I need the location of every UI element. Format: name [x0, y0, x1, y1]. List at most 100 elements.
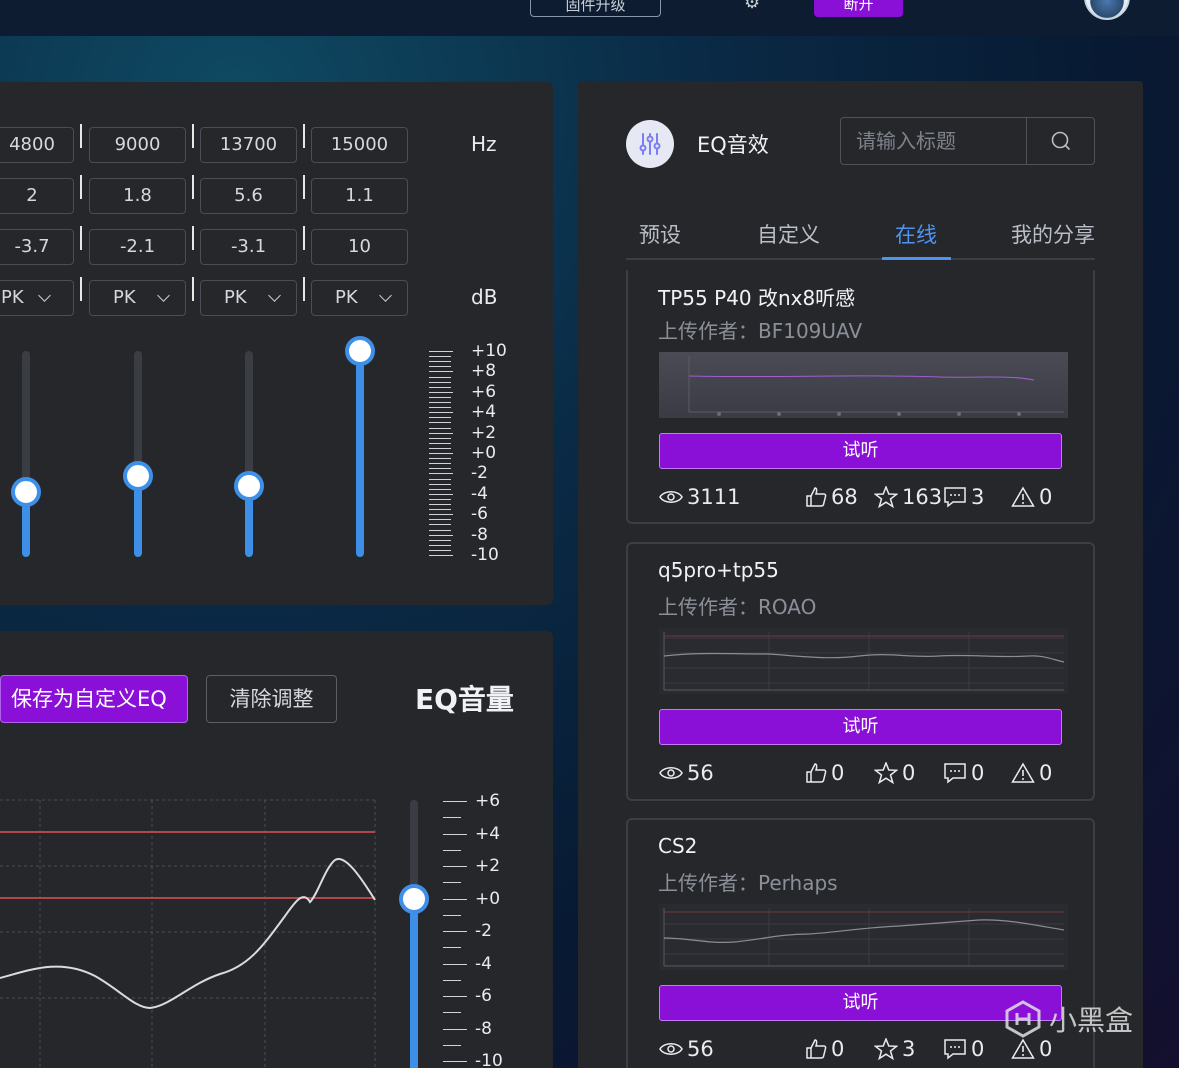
save-custom-eq-button[interactable]: 保存为自定义EQ — [0, 675, 188, 723]
filter-type-select-1[interactable]: PK — [0, 280, 74, 316]
eq-curve-thumbnail — [659, 904, 1068, 970]
watermark: 小黑盒 — [1003, 999, 1133, 1039]
scale-label: -10 — [471, 545, 499, 565]
scale-tick — [429, 549, 451, 551]
comment-icon — [944, 1039, 966, 1060]
scale-tick — [429, 504, 451, 505]
scale-label: +6 — [471, 381, 497, 402]
scale-tick — [429, 544, 451, 546]
comments-count[interactable]: 3 — [943, 485, 984, 509]
scale-tick — [429, 524, 451, 526]
search-icon[interactable] — [1050, 130, 1072, 152]
eq-curve-thumbnail — [659, 352, 1068, 418]
firmware-upgrade-button[interactable]: 固件升级 — [530, 0, 661, 17]
scale-label: -2 — [475, 921, 492, 941]
comment-icon — [944, 487, 966, 508]
response-curve — [0, 858, 376, 1010]
reports-count[interactable]: 0 — [1011, 485, 1052, 509]
search-input[interactable] — [841, 118, 1025, 164]
scale-tick — [443, 963, 467, 965]
separator — [303, 226, 305, 250]
filter-type-select-4[interactable]: PK — [311, 280, 408, 316]
scale-label: +6 — [475, 791, 501, 811]
disconnect-button[interactable]: 断开 — [814, 0, 903, 17]
q-field-1[interactable]: 2 — [0, 178, 74, 214]
card-title: CS2 — [658, 834, 698, 858]
freq-field-1[interactable]: 4800 — [0, 127, 74, 163]
scale-tick — [443, 849, 461, 851]
volume-slider-fill — [410, 898, 418, 1068]
scale-tick — [429, 402, 451, 403]
q-field-4[interactable]: 1.1 — [311, 178, 408, 214]
comments-count[interactable]: 0 — [943, 761, 984, 785]
reports-count[interactable]: 0 — [1011, 1037, 1052, 1061]
eq-effects-title: EQ音效 — [697, 133, 769, 157]
reports-count[interactable]: 0 — [1011, 761, 1052, 785]
tab-presets[interactable]: 预设 — [639, 219, 681, 249]
freq-field-3[interactable]: 13700 — [200, 127, 297, 163]
separator — [192, 124, 194, 148]
scale-tick — [443, 898, 467, 900]
scale-tick — [443, 1061, 467, 1062]
separator — [192, 226, 194, 250]
q-field-3[interactable]: 5.6 — [200, 178, 297, 214]
tab-custom[interactable]: 自定义 — [757, 219, 820, 249]
gain-field-1[interactable]: -3.7 — [0, 229, 74, 265]
tab-online[interactable]: 在线 — [895, 219, 937, 249]
scale-label: +2 — [471, 422, 497, 443]
band-slider-handle[interactable] — [234, 470, 264, 501]
gain-field-4[interactable]: 10 — [311, 229, 408, 265]
scale-tick — [429, 376, 451, 378]
scale-tick — [429, 519, 451, 521]
eye-icon — [659, 767, 683, 779]
scale-label: -10 — [475, 1051, 503, 1068]
freq-field-2[interactable]: 9000 — [89, 127, 186, 163]
eq-volume-title: EQ音量 — [415, 683, 514, 716]
scale-label: -8 — [475, 1018, 492, 1039]
band-slider-handle[interactable] — [345, 336, 375, 366]
db-unit-label: dB — [471, 285, 498, 309]
listen-button[interactable]: 试听 — [659, 709, 1062, 745]
filter-type-select-3[interactable]: PK — [200, 280, 297, 316]
likes-count[interactable]: 68 — [805, 485, 858, 509]
comments-count[interactable]: 0 — [943, 1037, 984, 1061]
warning-icon — [1011, 486, 1035, 507]
scale-tick — [429, 351, 453, 352]
chevron-down-icon — [379, 289, 392, 302]
listen-button[interactable]: 试听 — [659, 985, 1062, 1021]
likes-count[interactable]: 0 — [805, 1037, 844, 1061]
scale-tick — [429, 417, 451, 419]
scale-tick — [429, 539, 451, 541]
heybox-logo-icon — [1005, 1000, 1041, 1038]
filter-type-select-2[interactable]: PK — [89, 280, 186, 316]
filter-type-value: PK — [113, 287, 136, 308]
thumbs-up-icon — [806, 763, 827, 783]
volume-slider-handle[interactable] — [399, 884, 429, 914]
likes-count[interactable]: 0 — [805, 761, 844, 785]
freq-field-4[interactable]: 15000 — [311, 127, 408, 163]
scale-label: +2 — [475, 856, 501, 876]
scale-tick — [429, 432, 453, 434]
tab-my-shares[interactable]: 我的分享 — [1011, 219, 1095, 249]
separator — [303, 175, 305, 199]
separator — [80, 124, 82, 148]
band-slider-handle[interactable] — [11, 477, 41, 508]
separator — [192, 277, 194, 301]
stars-count[interactable]: 0 — [874, 761, 915, 785]
gain-field-2[interactable]: -2.1 — [89, 229, 186, 265]
gain-field-3[interactable]: -3.1 — [200, 229, 297, 265]
listen-button[interactable]: 试听 — [659, 433, 1062, 469]
band-slider-handle[interactable] — [123, 460, 153, 491]
settings-icon[interactable]: ⚙ — [744, 0, 760, 13]
stars-count[interactable]: 163 — [874, 485, 942, 509]
scale-label: +4 — [475, 823, 501, 844]
scale-label: +8 — [471, 361, 497, 382]
views-count: 3111 — [659, 485, 740, 509]
separator — [303, 277, 305, 301]
clear-adjustments-button[interactable]: 清除调整 — [206, 675, 337, 723]
scale-tick — [429, 442, 451, 444]
scale-tick — [429, 483, 451, 485]
stars-count[interactable]: 3 — [874, 1037, 915, 1061]
q-field-2[interactable]: 1.8 — [89, 178, 186, 214]
divider — [1026, 118, 1027, 164]
